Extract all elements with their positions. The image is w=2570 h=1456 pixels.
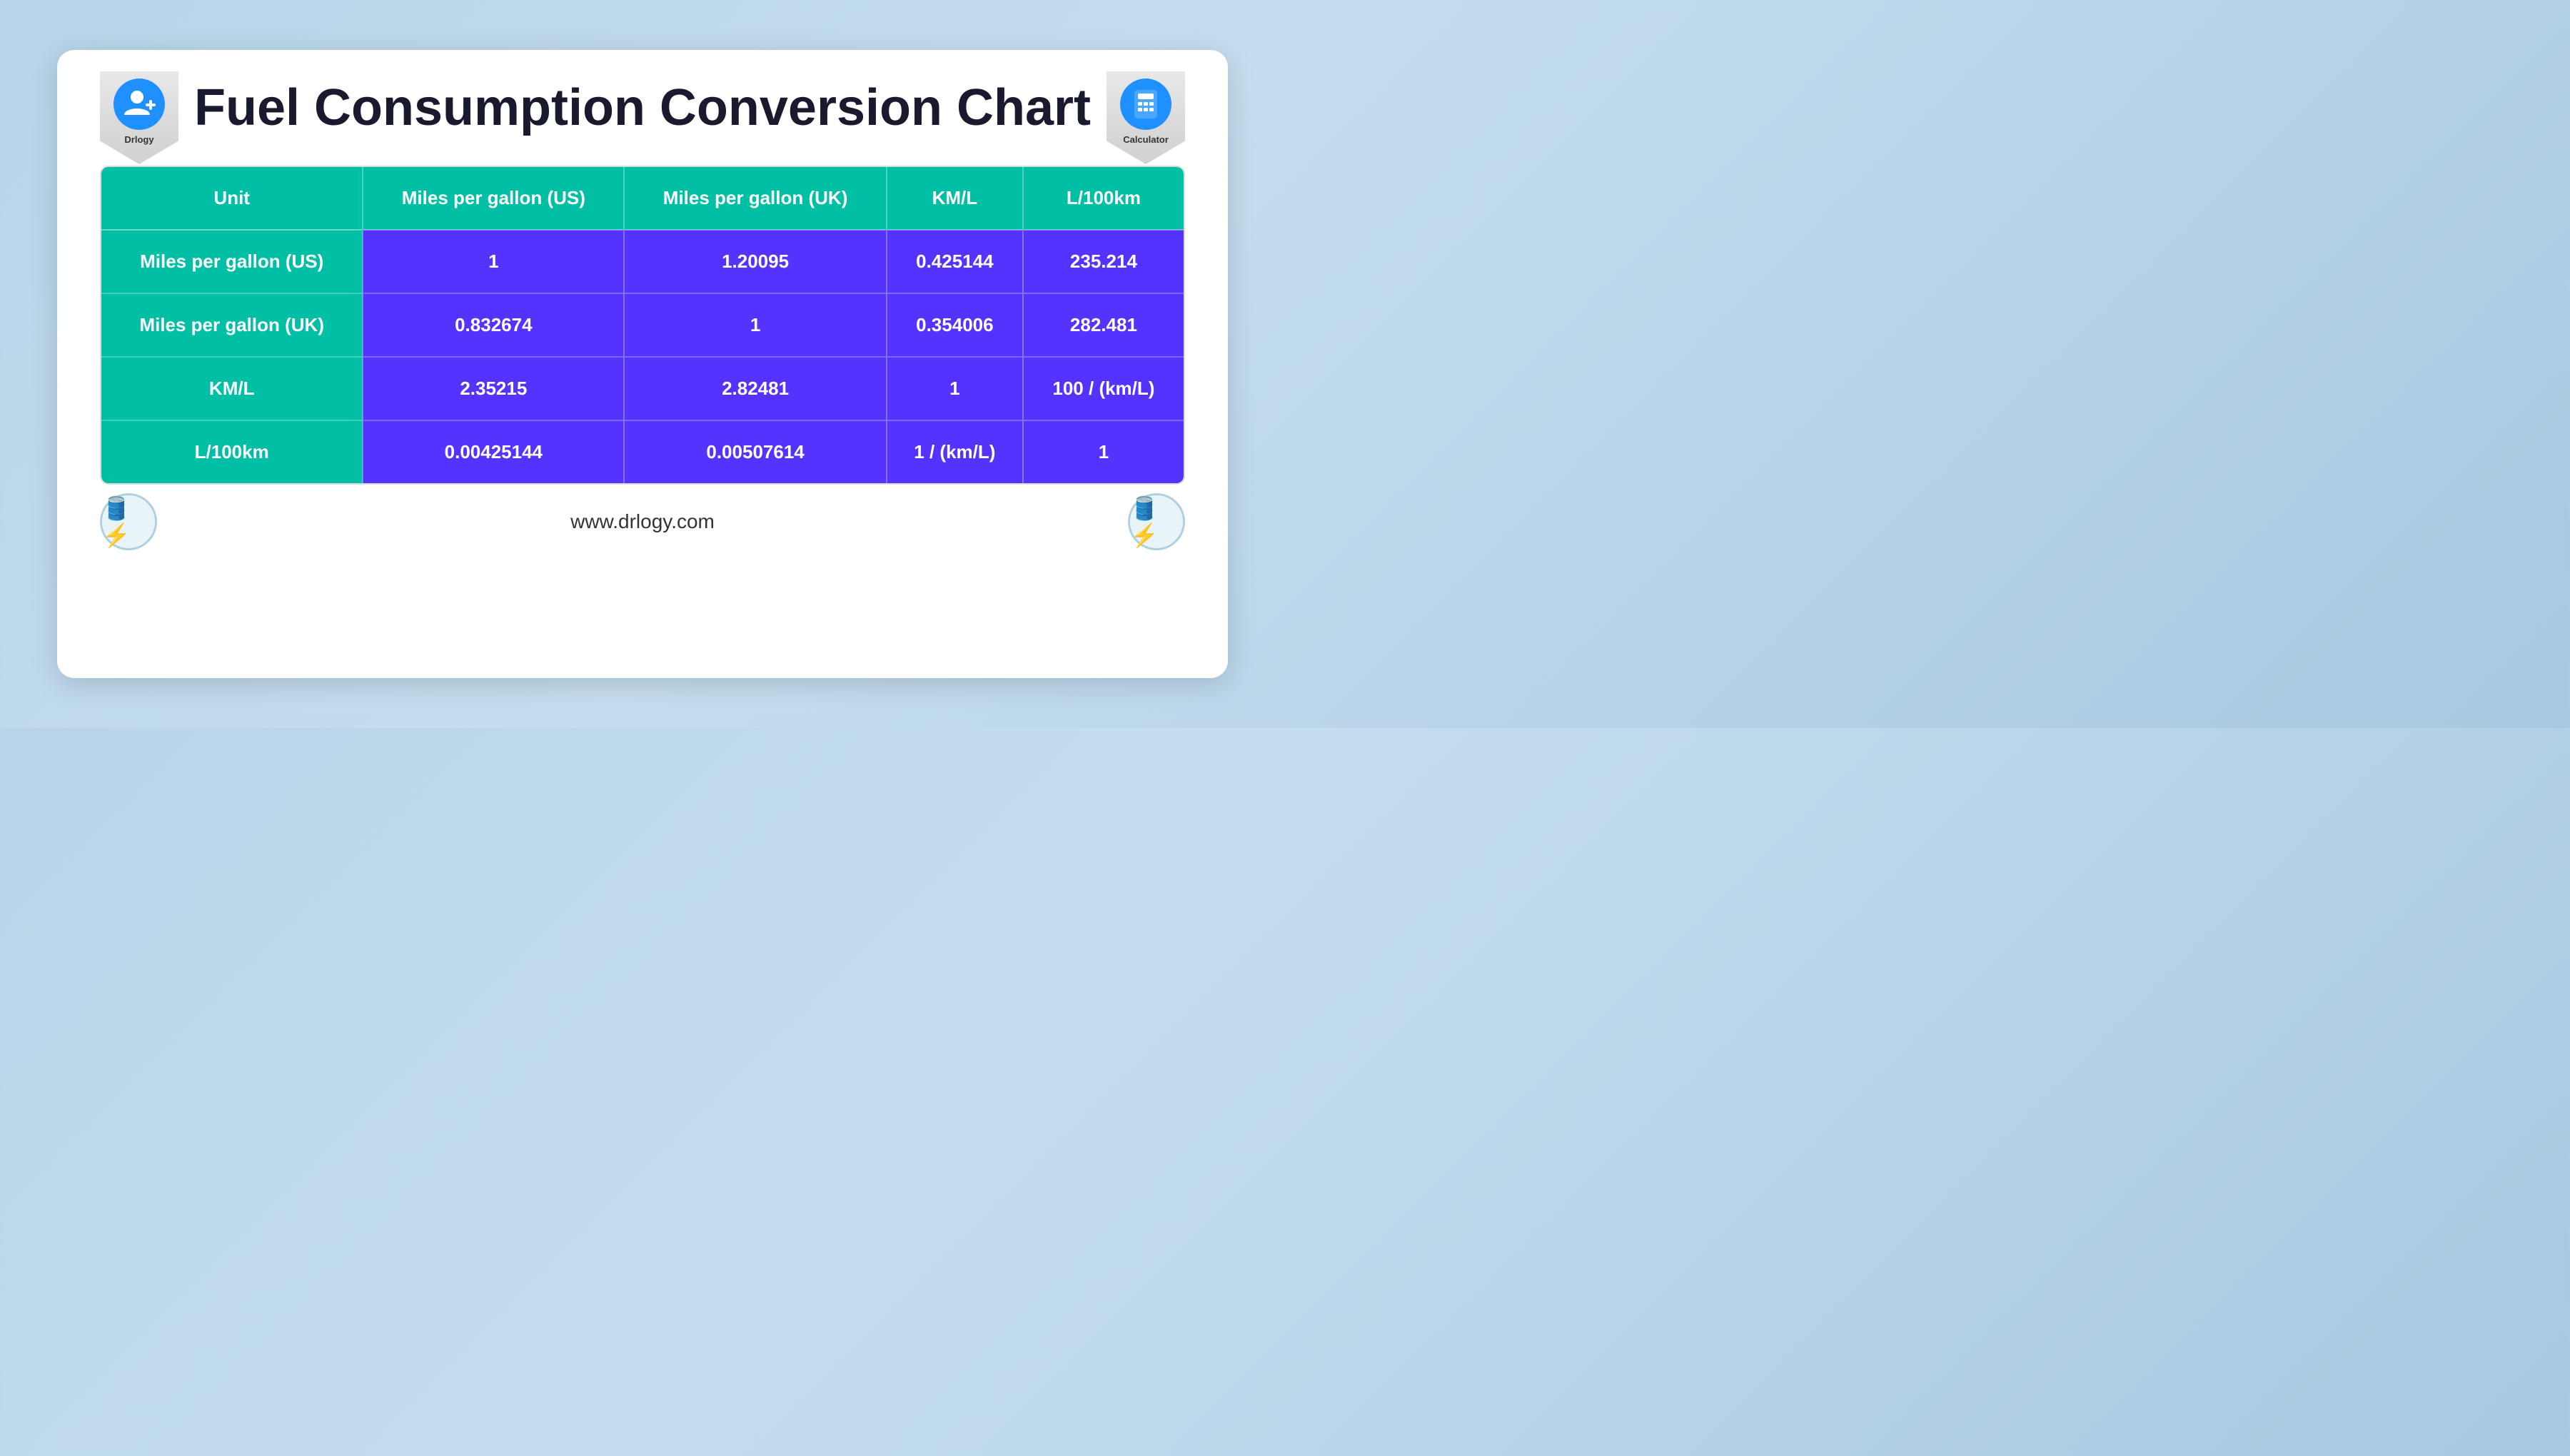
col-header-mpg-us: Miles per gallon (US) xyxy=(363,167,624,230)
logo-left: Drlogy xyxy=(100,71,178,164)
header: Drlogy Fuel Consumption Conversion Chart xyxy=(100,79,1185,137)
main-card: Drlogy Fuel Consumption Conversion Chart xyxy=(57,50,1228,678)
col-header-mpg-uk: Miles per gallon (UK) xyxy=(624,167,887,230)
col-header-unit: Unit xyxy=(101,167,363,230)
row3-kml: 1 xyxy=(887,357,1023,420)
row1-kml: 0.425144 xyxy=(887,230,1023,293)
drlogy-icon xyxy=(114,79,165,130)
fuel-barrel-right-icon: 🛢️⚡ xyxy=(1128,493,1185,550)
table-row: Miles per gallon (UK) 0.832674 1 0.35400… xyxy=(101,293,1184,357)
logo-right: Calculator xyxy=(1107,71,1185,164)
table-body: Miles per gallon (US) 1 1.20095 0.425144… xyxy=(101,230,1184,483)
row1-l100km: 235.214 xyxy=(1023,230,1184,293)
calculator-icon xyxy=(1120,79,1171,130)
table-row: KM/L 2.35215 2.82481 1 100 / (km/L) xyxy=(101,357,1184,420)
row1-mpg-uk: 1.20095 xyxy=(624,230,887,293)
row4-mpg-us: 0.00425144 xyxy=(363,420,624,483)
calculator-label: Calculator xyxy=(1123,134,1169,145)
row2-mpg-uk: 1 xyxy=(624,293,887,357)
row1-unit: Miles per gallon (US) xyxy=(101,230,363,293)
calculator-badge: Calculator xyxy=(1107,71,1185,164)
page-title: Fuel Consumption Conversion Chart xyxy=(194,79,1091,137)
header-row: Unit Miles per gallon (US) Miles per gal… xyxy=(101,167,1184,230)
drlogy-badge: Drlogy xyxy=(100,71,178,164)
row2-kml: 0.354006 xyxy=(887,293,1023,357)
conversion-table: Unit Miles per gallon (US) Miles per gal… xyxy=(100,166,1185,485)
row2-unit: Miles per gallon (UK) xyxy=(101,293,363,357)
footer-fuel-icon-left: 🛢️⚡ xyxy=(100,493,157,550)
col-header-l100km: L/100km xyxy=(1023,167,1184,230)
table-row: L/100km 0.00425144 0.00507614 1 / (km/L)… xyxy=(101,420,1184,483)
row3-mpg-uk: 2.82481 xyxy=(624,357,887,420)
row2-mpg-us: 0.832674 xyxy=(363,293,624,357)
col-header-kml: KM/L xyxy=(887,167,1023,230)
table-header: Unit Miles per gallon (US) Miles per gal… xyxy=(101,167,1184,230)
footer-url: www.drlogy.com xyxy=(570,510,715,533)
row3-l100km: 100 / (km/L) xyxy=(1023,357,1184,420)
row2-l100km: 282.481 xyxy=(1023,293,1184,357)
row3-mpg-us: 2.35215 xyxy=(363,357,624,420)
drlogy-label: Drlogy xyxy=(124,134,153,145)
row4-mpg-uk: 0.00507614 xyxy=(624,420,887,483)
row4-unit: L/100km xyxy=(101,420,363,483)
row4-l100km: 1 xyxy=(1023,420,1184,483)
fuel-barrel-left-icon: 🛢️⚡ xyxy=(100,493,157,550)
table: Unit Miles per gallon (US) Miles per gal… xyxy=(101,167,1184,483)
row1-mpg-us: 1 xyxy=(363,230,624,293)
drlogy-svg-icon xyxy=(121,86,157,122)
calculator-svg-icon xyxy=(1129,88,1162,121)
row4-kml: 1 / (km/L) xyxy=(887,420,1023,483)
footer: 🛢️⚡ www.drlogy.com 🛢️⚡ xyxy=(100,510,1185,533)
footer-fuel-icon-right: 🛢️⚡ xyxy=(1128,493,1185,550)
row3-unit: KM/L xyxy=(101,357,363,420)
table-row: Miles per gallon (US) 1 1.20095 0.425144… xyxy=(101,230,1184,293)
